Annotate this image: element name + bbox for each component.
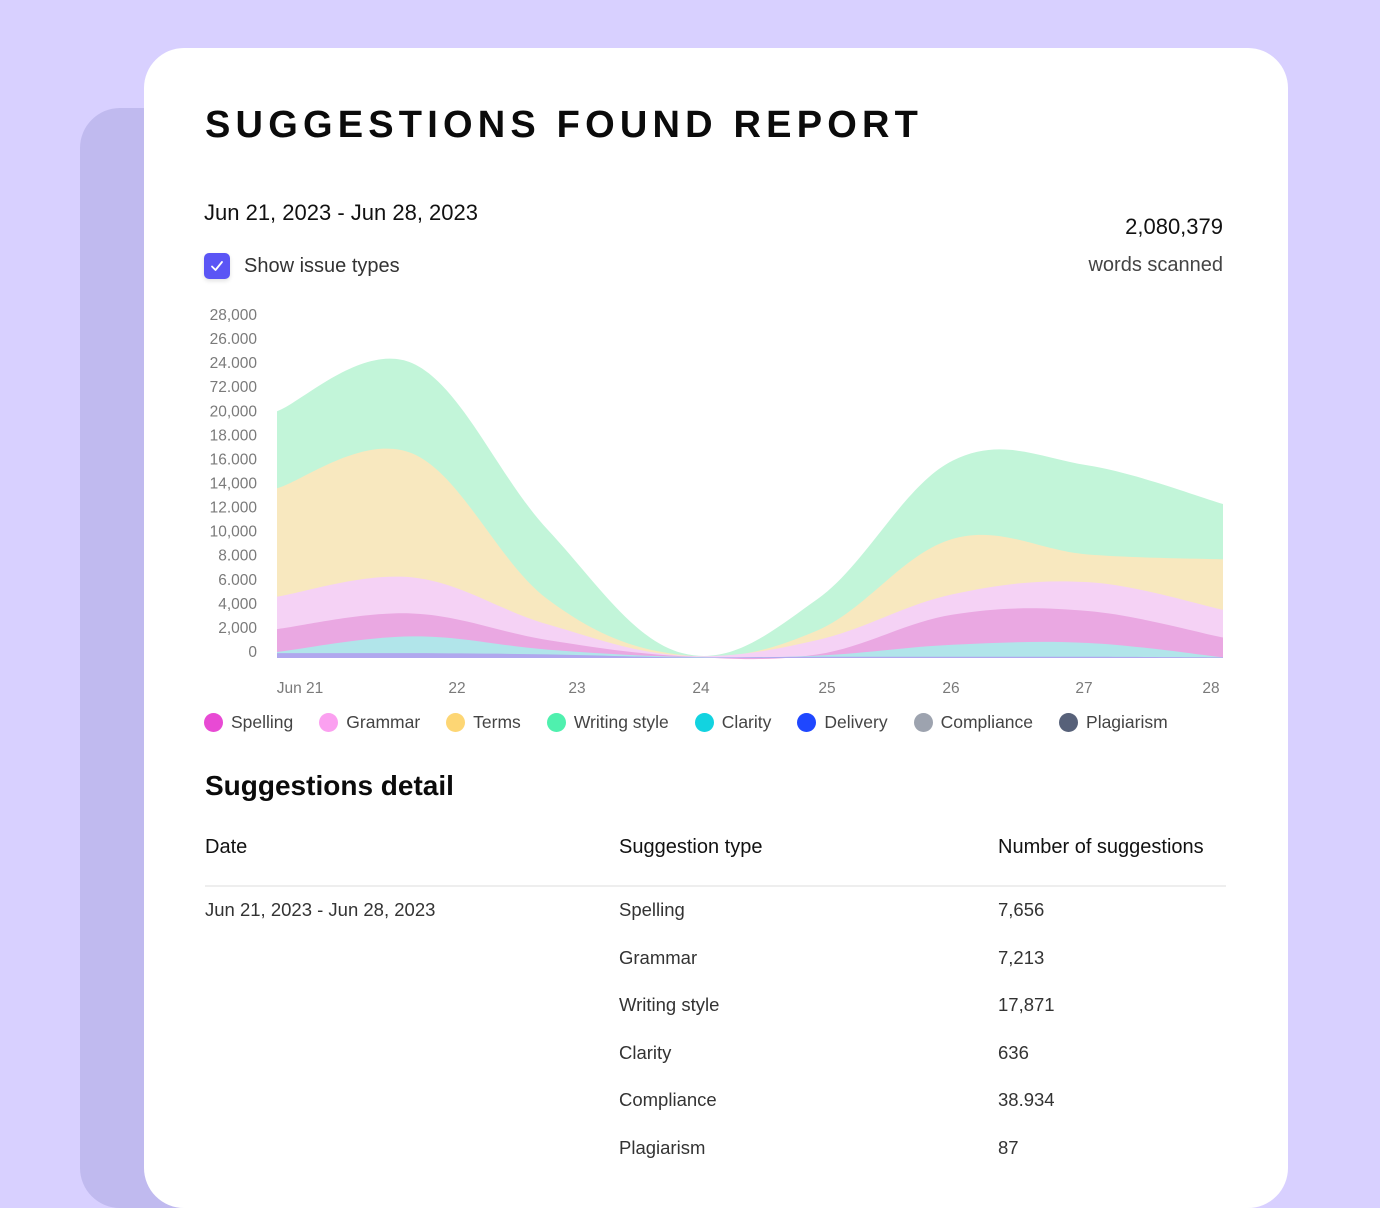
legend-item-clarity[interactable]: Clarity: [694, 712, 772, 733]
legend-dot-icon: [446, 713, 466, 732]
legend-label: Terms: [473, 712, 521, 732]
legend-label: Delivery: [824, 712, 888, 732]
suggestion-count-cell: 87: [998, 1136, 1019, 1158]
y-tick-label: 2,000: [218, 620, 257, 637]
legend-item-plagiarism[interactable]: Plagiarism: [1059, 712, 1168, 733]
legend-dot-icon: [1059, 713, 1079, 732]
column-header-date[interactable]: Date: [205, 836, 247, 859]
legend-dot-icon: [694, 713, 714, 732]
date-cell: Jun 21, 2023 - Jun 28, 2023: [205, 899, 436, 920]
suggestion-count-cell: 7,656: [998, 899, 1045, 920]
y-tick-label: 0: [248, 644, 257, 661]
report-card: SUGGESTIONS FOUND REPORT Jun 21, 2023 - …: [144, 48, 1288, 1208]
column-header-suggestion-type[interactable]: Suggestion type: [619, 836, 762, 859]
legend-label: Plagiarism: [1086, 712, 1168, 732]
suggestion-type-cell: Clarity: [619, 1041, 672, 1063]
legend-dot-icon: [204, 713, 223, 732]
legend-item-writing-style[interactable]: Writing style: [546, 712, 669, 733]
chart-areas: [277, 358, 1223, 660]
y-axis-ticks: 28,000 26.000 24.000 72.000 20,000 18.000 16.0…: [210, 307, 258, 661]
x-tick-label: 22: [448, 680, 465, 697]
y-tick-label: 28,000: [210, 307, 258, 324]
stacked-area-chart: 28,000 26.000 24.000 72.000 20,000 18.000 16.0…: [210, 307, 1223, 697]
y-tick-label: 14,000: [210, 476, 258, 493]
column-header-number-of-suggestions[interactable]: Number of suggestions: [998, 836, 1204, 859]
suggestion-type-cell: Plagiarism: [619, 1136, 706, 1158]
legend-label: Writing style: [573, 712, 669, 732]
y-tick-label: 18.000: [210, 427, 258, 444]
x-tick-label: 26: [942, 680, 959, 697]
x-tick-label: 25: [818, 680, 835, 697]
y-tick-label: 26.000: [210, 331, 258, 348]
suggestion-type-cell: Writing style: [619, 994, 720, 1015]
legend-label: Grammar: [346, 712, 421, 732]
y-tick-label: 12.000: [210, 500, 258, 517]
legend-label: Compliance: [940, 712, 1034, 732]
y-tick-label: 20,000: [210, 403, 258, 420]
y-tick-label: 72.000: [210, 379, 258, 396]
y-tick-label: 10,000: [210, 524, 258, 541]
x-tick-label: 24: [692, 680, 710, 697]
y-tick-label: 4,000: [218, 596, 257, 613]
suggestion-count-cell: 7,213: [998, 946, 1045, 968]
y-tick-label: 8.000: [218, 548, 257, 565]
suggestion-type-cell: Compliance: [619, 1089, 717, 1110]
suggestions-detail-title: Suggestions detail: [205, 770, 454, 801]
legend-label: Clarity: [721, 712, 772, 732]
chart-legend: Spelling Grammar Terms Writing style Clarity…: [204, 712, 1194, 733]
table-divider: [205, 885, 1226, 887]
legend-item-compliance[interactable]: Compliance: [913, 712, 1034, 733]
legend-dot-icon: [913, 713, 933, 732]
legend-dot-icon: [546, 713, 566, 732]
suggestion-count-cell: 636: [998, 1041, 1029, 1063]
legend-dot-icon: [797, 713, 817, 732]
suggestion-type-cell: Grammar: [619, 946, 698, 968]
x-tick-label: 27: [1075, 680, 1092, 697]
y-tick-label: 16.000: [210, 451, 258, 468]
suggestion-count-cell: 17,871: [998, 994, 1055, 1015]
legend-item-grammar[interactable]: Grammar: [319, 712, 420, 733]
legend-item-terms[interactable]: Terms: [446, 712, 521, 733]
x-tick-label: 23: [568, 680, 585, 697]
legend-label: Spelling: [231, 712, 294, 732]
legend-dot-icon: [319, 713, 339, 732]
x-tick-label: Jun 21: [277, 680, 324, 697]
y-tick-label: 6.000: [218, 572, 257, 589]
suggestion-count-cell: 38.934: [998, 1089, 1055, 1110]
suggestion-type-cell: Spelling: [619, 899, 685, 920]
legend-item-spelling[interactable]: Spelling: [204, 712, 293, 733]
x-tick-label: 28: [1202, 680, 1219, 697]
legend-item-delivery[interactable]: Delivery: [797, 712, 888, 733]
y-tick-label: 24.000: [210, 355, 258, 372]
x-axis-ticks: Jun 21 22 23 24 25 26 27 28: [277, 680, 1220, 697]
